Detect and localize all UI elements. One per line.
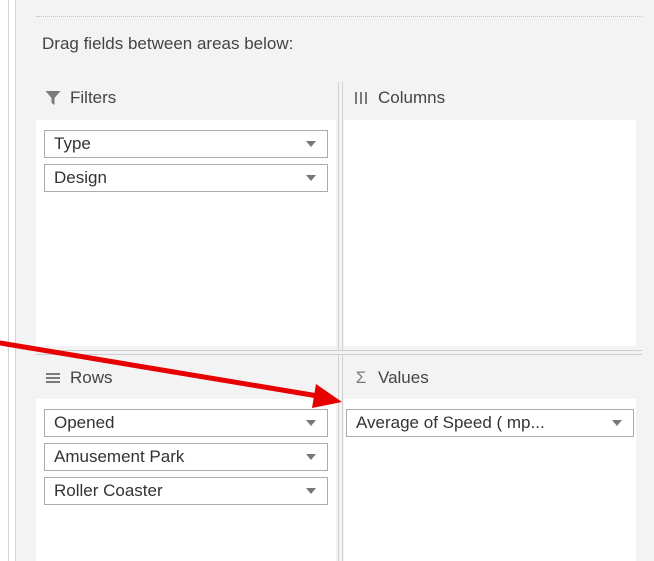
chevron-down-icon[interactable] bbox=[305, 487, 317, 495]
section-separator bbox=[36, 16, 642, 17]
drag-instructions: Drag fields between areas below: bbox=[42, 34, 294, 53]
filter-field-design[interactable]: Design bbox=[44, 164, 328, 192]
rows-drop-area[interactable]: Opened Amusement Park Roller Coaster bbox=[36, 399, 336, 561]
columns-icon bbox=[352, 89, 370, 107]
columns-area-header: Columns bbox=[352, 88, 445, 108]
chevron-down-icon[interactable] bbox=[305, 140, 317, 148]
rows-area-header: Rows bbox=[44, 368, 113, 388]
area-splitter-vertical[interactable] bbox=[338, 82, 343, 561]
filters-area-label: Filters bbox=[70, 88, 117, 107]
row-field-opened[interactable]: Opened bbox=[44, 409, 328, 437]
columns-area-label: Columns bbox=[378, 88, 446, 107]
values-area-header: Σ Values bbox=[352, 368, 429, 388]
area-splitter-horizontal[interactable] bbox=[36, 350, 642, 355]
row-field-roller-coaster[interactable]: Roller Coaster bbox=[44, 477, 328, 505]
values-area-label: Values bbox=[378, 368, 429, 387]
sigma-icon: Σ bbox=[355, 368, 367, 387]
row-field-opened-label: Opened bbox=[54, 413, 115, 432]
chevron-down-icon[interactable] bbox=[305, 453, 317, 461]
rows-area-label: Rows bbox=[70, 368, 113, 387]
filter-field-design-label: Design bbox=[54, 168, 107, 187]
filters-drop-area[interactable]: Type Design bbox=[36, 120, 336, 346]
value-field-average-speed[interactable]: Average of Speed ( mp... bbox=[346, 409, 634, 437]
chevron-down-icon[interactable] bbox=[305, 174, 317, 182]
columns-drop-area[interactable] bbox=[344, 120, 636, 346]
filters-area-header: Filters bbox=[44, 88, 116, 108]
row-field-amusement-park-label: Amusement Park bbox=[54, 447, 185, 466]
filter-field-type[interactable]: Type bbox=[44, 130, 328, 158]
filter-field-type-label: Type bbox=[54, 134, 91, 153]
chevron-down-icon[interactable] bbox=[305, 419, 317, 427]
row-field-roller-coaster-label: Roller Coaster bbox=[54, 481, 163, 500]
filter-icon bbox=[44, 89, 62, 107]
value-field-average-speed-label: Average of Speed ( mp... bbox=[356, 413, 545, 432]
values-drop-area[interactable]: Average of Speed ( mp... bbox=[344, 399, 636, 561]
rows-icon bbox=[44, 369, 62, 387]
pane-border-left-outer bbox=[8, 0, 9, 561]
chevron-down-icon[interactable] bbox=[611, 419, 623, 427]
row-field-amusement-park[interactable]: Amusement Park bbox=[44, 443, 328, 471]
